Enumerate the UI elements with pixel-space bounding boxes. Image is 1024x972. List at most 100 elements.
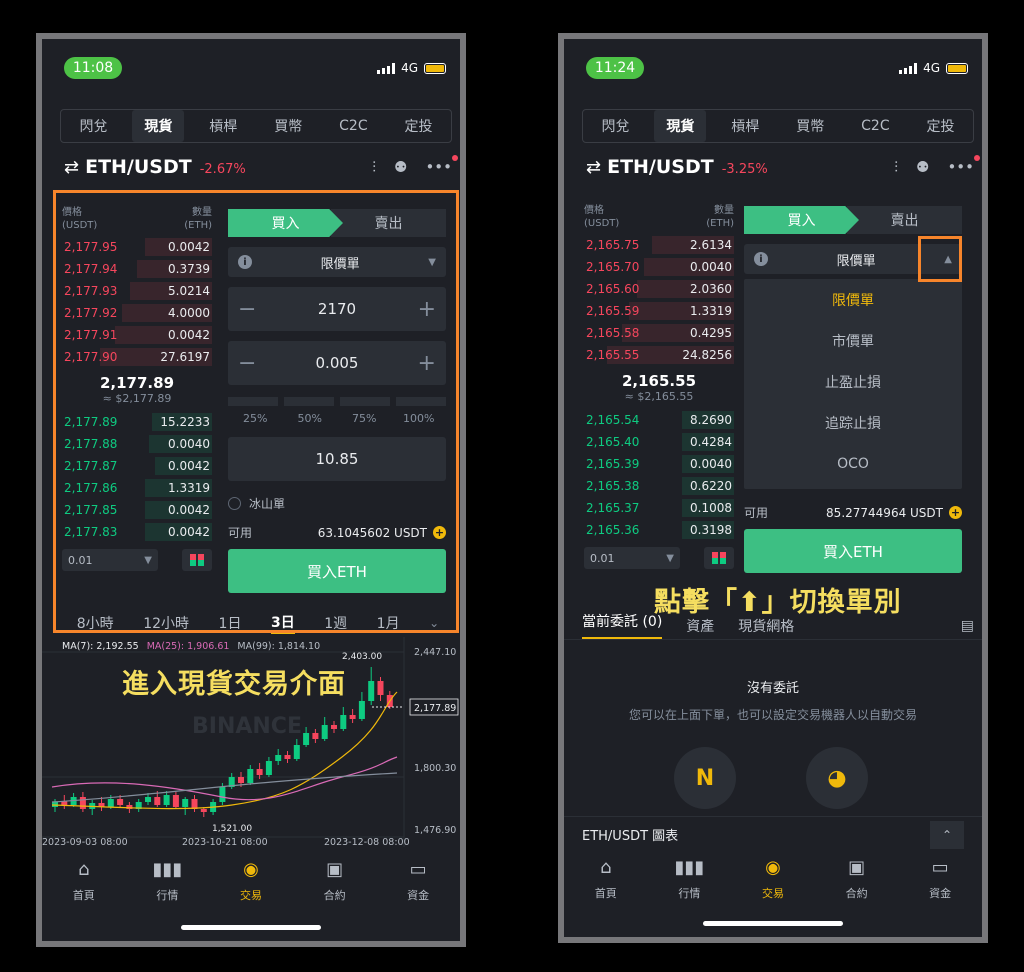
robot-icon[interactable]: ⚉	[394, 158, 407, 176]
low-label: 1,521.00	[212, 824, 252, 834]
more-icon[interactable]: •••	[425, 158, 452, 176]
candle-body	[293, 745, 300, 759]
sell-tab[interactable]: 賣出	[847, 206, 962, 234]
nav-trade[interactable]: ◉ 交易	[743, 857, 803, 901]
nav-label: 資金	[407, 889, 430, 902]
trade-mode-tabs: 閃兌 現貨 槓桿 買幣 C2C 定投	[582, 109, 974, 143]
option-stop-limit[interactable]: 止盈止損	[744, 361, 962, 402]
bid-row[interactable]: 2,165.40 0.4284	[584, 431, 734, 453]
pair-name[interactable]: ETH/USDT	[85, 156, 192, 178]
ask-price: 2,165.55	[586, 348, 640, 362]
tab-spot[interactable]: 現貨	[132, 110, 185, 142]
mid-price: 2,165.55	[621, 372, 697, 390]
ask-row[interactable]: 2,165.70 0.0040	[584, 256, 734, 278]
nav-wallet[interactable]: ▭ 資金	[910, 857, 970, 901]
bid-price: 2,165.40	[586, 435, 640, 449]
ask-row[interactable]: 2,165.55 24.8256	[584, 344, 734, 366]
chart-toggle-label: ETH/USDT 圖表	[582, 829, 679, 844]
plus-circle-icon[interactable]: +	[949, 506, 962, 519]
tab-spot[interactable]: 現貨	[654, 110, 707, 142]
book-layout-button[interactable]	[704, 547, 734, 569]
order-type-value: 限價單	[836, 253, 876, 269]
caption-left: 進入現貨交易介面	[122, 669, 346, 700]
order-book: 價格 (USDT) 數量 (ETH) 2,165.75 2.6134 2,165.7…	[584, 204, 734, 569]
nav-futures[interactable]: ▣ 合約	[305, 859, 365, 903]
candlestick-icon[interactable]: ⫶	[894, 158, 898, 176]
ask-price: 2,165.70	[586, 260, 640, 274]
tab-margin[interactable]: 槓桿	[719, 110, 771, 142]
bid-row[interactable]: 2,165.37 0.1008	[584, 497, 734, 519]
nav-wallet[interactable]: ▭ 資金	[388, 859, 448, 903]
tab-margin[interactable]: 槓桿	[197, 110, 249, 142]
tab-c2c[interactable]: C2C	[327, 112, 379, 140]
nav-label: 交易	[761, 887, 784, 900]
bid-row[interactable]: 2,165.54 8.2690	[584, 409, 734, 431]
candle-body	[79, 797, 86, 809]
candle-body	[247, 769, 254, 783]
divider	[564, 639, 982, 640]
tab-open-orders[interactable]: 當前委託 (0)	[582, 611, 663, 640]
bid-row[interactable]: 2,165.39 0.0040	[584, 453, 734, 475]
empty-subtitle: 您可以在上面下單，也可以設定交易機器人以自動交易	[628, 708, 917, 722]
robot-icon[interactable]: ⚉	[916, 158, 929, 176]
candle-body	[182, 799, 189, 807]
grid-bot-icon[interactable]: N	[674, 747, 736, 809]
tab-auto-invest[interactable]: 定投	[393, 110, 445, 142]
nav-label: 首頁	[72, 889, 95, 902]
pair-name[interactable]: ETH/USDT	[607, 156, 714, 178]
swap-icon[interactable]: ⇄	[586, 157, 601, 178]
bid-price: 2,165.36	[586, 523, 640, 537]
swap-icon[interactable]: ⇄	[64, 157, 79, 178]
ma-legend: MA(7): 2,192.55 MA(25): 1,906.61 MA(99):…	[62, 641, 320, 652]
candle-body	[238, 777, 244, 783]
buy-tab[interactable]: 買入	[744, 206, 859, 234]
nav-futures[interactable]: ▣ 合約	[827, 857, 887, 901]
tab-buy-crypto[interactable]: 買幣	[784, 110, 836, 142]
tab-convert[interactable]: 閃兌	[67, 110, 119, 142]
bid-price: 2,165.54	[586, 413, 640, 427]
ask-row[interactable]: 2,165.60 2.0360	[584, 278, 734, 300]
candle-body	[340, 715, 347, 729]
tab-convert[interactable]: 閃兌	[589, 110, 641, 142]
candle-body	[219, 787, 226, 802]
option-trailing-stop[interactable]: 追踪止損	[744, 402, 962, 443]
bid-qty: 0.1008	[690, 501, 732, 515]
document-icon[interactable]: ▤	[961, 618, 974, 634]
candle-body	[321, 725, 328, 739]
trade-mode-tabs: 閃兌 現貨 槓桿 買幣 C2C 定投	[60, 109, 452, 143]
tab-spot-grid[interactable]: 現貨網格	[738, 616, 794, 636]
nav-markets[interactable]: ▮▮▮ 行情	[137, 859, 197, 903]
pie-chart-icon[interactable]: ◕	[806, 747, 868, 809]
price-change: -2.67%	[199, 161, 246, 177]
y-tick-label: 1,800.30	[414, 763, 456, 774]
bid-row[interactable]: 2,165.36 0.3198	[584, 519, 734, 541]
option-oco[interactable]: OCO	[744, 443, 962, 484]
bid-row[interactable]: 2,165.38 0.6220	[584, 475, 734, 497]
tab-auto-invest[interactable]: 定投	[915, 110, 967, 142]
more-icon[interactable]: •••	[947, 158, 974, 176]
info-icon[interactable]: i	[754, 252, 768, 266]
bid-price: 2,165.39	[586, 457, 640, 471]
option-limit[interactable]: 限價單	[744, 279, 962, 320]
bottom-nav: ⌂ 首頁 ▮▮▮ 行情 ◉ 交易 ▣ 合約 ▭ 資金	[564, 857, 982, 901]
tab-assets[interactable]: 資產	[686, 616, 714, 636]
candlestick-icon[interactable]: ⫶	[372, 158, 376, 176]
nav-home[interactable]: ⌂ 首頁	[54, 859, 114, 903]
buy-eth-button[interactable]: 買入ETH	[744, 529, 962, 573]
chevron-up-icon[interactable]: ⌃	[930, 820, 964, 849]
ask-row[interactable]: 2,165.59 1.3319	[584, 300, 734, 322]
ask-row[interactable]: 2,165.75 2.6134	[584, 234, 734, 256]
tab-c2c[interactable]: C2C	[849, 112, 901, 140]
nav-markets[interactable]: ▮▮▮ 行情	[659, 857, 719, 901]
nav-trade[interactable]: ◉ 交易	[221, 859, 281, 903]
ask-row[interactable]: 2,165.58 0.4295	[584, 322, 734, 344]
chart-toggle-bar[interactable]: ETH/USDT 圖表 ⌃	[564, 816, 982, 852]
precision-select[interactable]: 0.01 ▼	[584, 547, 680, 569]
tab-buy-crypto[interactable]: 買幣	[262, 110, 314, 142]
y-tick-label: 1,476.90	[414, 825, 456, 836]
ask-price: 2,165.58	[586, 326, 640, 340]
option-market[interactable]: 市價單	[744, 320, 962, 361]
ask-price: 2,165.59	[586, 304, 640, 318]
nav-home[interactable]: ⌂ 首頁	[576, 857, 636, 901]
candle-body	[256, 769, 263, 775]
